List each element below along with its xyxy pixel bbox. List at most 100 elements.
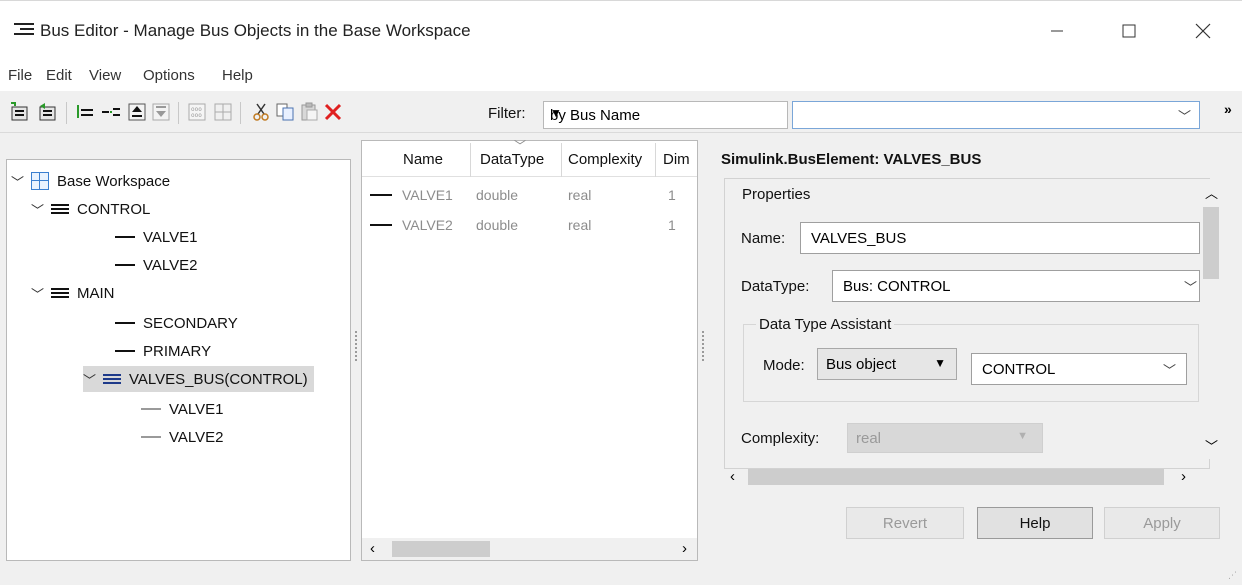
help-button[interactable]: Help	[977, 507, 1093, 539]
datatype-field[interactable]: Bus: CONTROL ﹀	[832, 270, 1200, 302]
complexity-select[interactable]: real ▼	[847, 423, 1043, 453]
maximize-icon	[1122, 24, 1136, 38]
menu-file[interactable]: File	[8, 67, 32, 84]
minimize-button[interactable]	[1034, 15, 1080, 47]
tree-item-primary[interactable]: PRIMARY	[115, 338, 211, 364]
revert-button[interactable]: Revert	[846, 507, 964, 539]
copy-button[interactable]	[274, 101, 296, 123]
menu-help[interactable]: Help	[222, 67, 253, 84]
mode-select[interactable]: Bus object ▼	[817, 348, 957, 380]
column-header-datatype[interactable]: DataType	[480, 151, 544, 168]
scroll-right-icon[interactable]: ›	[682, 540, 687, 557]
tree-item-valve2[interactable]: VALVE2	[115, 252, 197, 278]
add-element-button[interactable]	[74, 101, 96, 123]
cut-icon	[253, 103, 269, 121]
data-type-assistant-label: Data Type Assistant	[756, 316, 895, 333]
element-icon	[115, 350, 135, 352]
cell-complexity: real	[568, 217, 592, 233]
datatype-label: DataType:	[741, 278, 810, 295]
element-icon	[115, 322, 135, 324]
menu-edit[interactable]: Edit	[46, 67, 72, 84]
menu-view[interactable]: View	[89, 67, 121, 84]
scrollbar-thumb[interactable]	[1203, 207, 1219, 279]
element-icon	[141, 436, 161, 438]
chevron-down-icon[interactable]: ﹀	[1184, 277, 1197, 296]
chevron-down-icon[interactable]: ﹀	[31, 200, 51, 219]
maximize-button[interactable]	[1106, 15, 1152, 47]
move-up-button[interactable]	[126, 101, 148, 123]
cell-datatype: double	[476, 187, 519, 203]
chevron-down-icon[interactable]: ﹀	[11, 172, 31, 191]
column-header-dim[interactable]: Dim	[663, 151, 690, 168]
column-divider[interactable]	[470, 143, 471, 177]
filter-input[interactable]: ﹀	[792, 101, 1200, 129]
toolbar-overflow-button[interactable]: »	[1224, 101, 1232, 117]
column-header-complexity[interactable]: Complexity	[568, 151, 642, 168]
tree-item-label: MAIN	[77, 284, 115, 302]
element-icon	[370, 194, 392, 196]
close-icon	[1195, 23, 1211, 39]
scroll-up-icon[interactable]: ︿	[1205, 183, 1218, 202]
chevron-down-icon[interactable]: ﹀	[83, 370, 103, 389]
scrollbar-thumb[interactable]	[748, 469, 1164, 485]
apply-button[interactable]: Apply	[1104, 507, 1220, 539]
tree-item-label: Base Workspace	[57, 172, 171, 190]
tree-item-label: VALVE1	[143, 228, 198, 246]
cut-button[interactable]	[250, 101, 272, 123]
insert-element-button[interactable]	[100, 101, 122, 123]
title-bar: Bus Editor - Manage Bus Objects in the B…	[0, 1, 1242, 57]
tree-item-control[interactable]: ﹀ CONTROL	[31, 196, 150, 222]
column-divider[interactable]	[655, 143, 656, 177]
tree-item-secondary[interactable]: SECONDARY	[115, 310, 238, 336]
element-table[interactable]: Name DataType ﹀ Complexity Dim VALVE1 do…	[361, 139, 698, 561]
properties-horizontal-scrollbar[interactable]: ‹ ›	[722, 466, 1200, 488]
window-title: Bus Editor - Manage Bus Objects in the B…	[40, 21, 471, 40]
tree-item-label: VALVES_BUS(CONTROL)	[129, 370, 308, 388]
chevron-down-icon[interactable]: ﹀	[1163, 360, 1176, 379]
horizontal-scrollbar[interactable]: ‹ ›	[362, 538, 697, 560]
layout-button[interactable]	[212, 101, 234, 123]
move-down-button[interactable]	[150, 101, 172, 123]
tree-root-base-workspace[interactable]: ﹀ Base Workspace	[11, 168, 170, 194]
scroll-down-icon[interactable]: ﹀	[1205, 436, 1218, 455]
chevron-down-icon[interactable]: ﹀	[31, 284, 51, 303]
datatype-value: Bus: CONTROL	[843, 278, 951, 295]
tree-item-valve2[interactable]: VALVE2	[141, 424, 223, 450]
tree-item-valve1[interactable]: VALVE1	[141, 396, 223, 422]
name-field[interactable]: VALVES_BUS	[800, 222, 1200, 254]
tree-item-main[interactable]: ﹀ MAIN	[31, 280, 115, 306]
sort-indicator-icon: ﹀	[514, 139, 527, 153]
paste-button[interactable]	[298, 101, 320, 123]
tree-item-valves-bus[interactable]: ﹀ VALVES_BUS(CONTROL)	[83, 366, 314, 392]
move-up-icon	[128, 103, 146, 121]
tree-item-valve1[interactable]: VALVE1	[115, 224, 197, 250]
filter-mode-select[interactable]: by Bus Name ▼	[543, 101, 788, 129]
cell-name: VALVE2	[402, 217, 453, 233]
toolbar-separator	[240, 102, 241, 124]
pane-splitter[interactable]	[702, 331, 706, 361]
bus-object-select[interactable]: CONTROL ﹀	[971, 353, 1187, 385]
pane-splitter[interactable]	[355, 331, 359, 361]
tree-item-label: PRIMARY	[143, 342, 212, 360]
scroll-left-icon[interactable]: ‹	[370, 540, 375, 557]
table-row[interactable]: VALVE1 double real 1	[362, 183, 697, 207]
column-divider[interactable]	[561, 143, 562, 177]
chevron-down-icon[interactable]: ﹀	[1178, 106, 1191, 125]
resize-grip-icon[interactable]: ⋰	[1228, 570, 1238, 581]
tree-item-label: VALVE2	[169, 428, 224, 446]
column-header-name[interactable]: Name	[403, 151, 443, 168]
menu-options[interactable]: Options	[143, 67, 195, 84]
insert-bus-button[interactable]	[36, 101, 58, 123]
scroll-left-icon[interactable]: ‹	[730, 468, 735, 485]
chevron-down-icon: ▼	[1017, 430, 1028, 442]
bus-icon	[51, 203, 69, 215]
delete-button[interactable]	[322, 101, 344, 123]
expand-button[interactable]: ooo ooo	[186, 101, 208, 123]
scrollbar-thumb[interactable]	[392, 541, 490, 557]
table-row[interactable]: VALVE2 double real 1	[362, 213, 697, 237]
bus-tree[interactable]: ﹀ Base Workspace ﹀ CONTROL VALVE1 VALVE2…	[6, 159, 351, 561]
scroll-right-icon[interactable]: ›	[1181, 468, 1186, 485]
properties-vertical-scrollbar[interactable]: ︿ ﹀	[1200, 179, 1222, 459]
add-bus-button[interactable]	[8, 101, 30, 123]
close-button[interactable]	[1180, 15, 1226, 47]
